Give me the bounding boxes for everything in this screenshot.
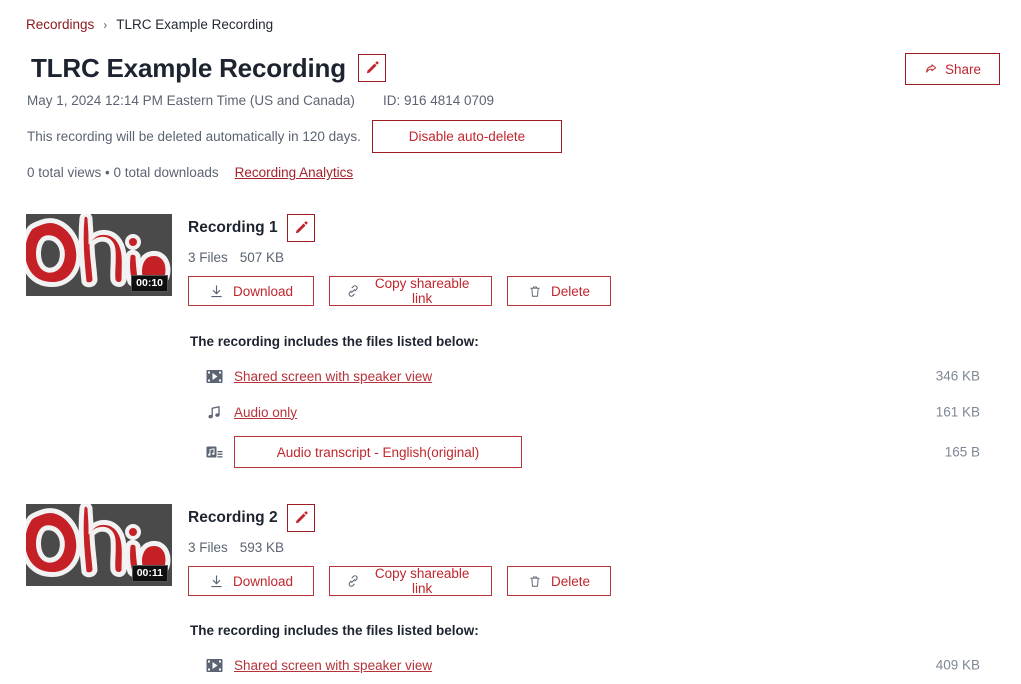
auto-delete-notice: This recording will be deleted automatic…: [27, 129, 361, 144]
auto-delete-row: This recording will be deleted automatic…: [27, 120, 562, 153]
copy-shareable-link-button[interactable]: Copy shareable link: [329, 276, 492, 306]
page-title: TLRC Example Recording: [31, 53, 346, 83]
recording-file-summary: 3 Files 507 KB: [188, 250, 611, 265]
recording-total-size: 593 KB: [239, 540, 285, 555]
pencil-icon: [295, 511, 308, 524]
file-row: Shared screen with speaker view 409 KB: [190, 652, 980, 678]
download-button[interactable]: Download: [188, 276, 314, 306]
files-caption: The recording includes the files listed …: [190, 334, 479, 349]
breadcrumb: Recordings › TLRC Example Recording: [26, 17, 273, 33]
delete-button[interactable]: Delete: [507, 276, 611, 306]
recording-title: Recording 2: [188, 509, 278, 526]
files-caption: The recording includes the files listed …: [190, 623, 479, 638]
share-arrow-icon: [926, 64, 937, 73]
recording-analytics-link[interactable]: Recording Analytics: [235, 165, 354, 180]
disable-auto-delete-button[interactable]: Disable auto-delete: [371, 120, 562, 153]
recording-file-count: 3 Files: [188, 250, 228, 265]
recording-total-size: 507 KB: [239, 250, 285, 265]
file-size: 161 KB: [935, 404, 980, 420]
edit-recording-name-button[interactable]: [286, 504, 315, 532]
file-link[interactable]: Shared screen with speaker view: [234, 658, 432, 673]
file-row: Audio only 161 KB: [190, 399, 980, 425]
views-downloads-text: 0 total views • 0 total downloads: [27, 165, 219, 180]
share-button[interactable]: Share: [905, 53, 1000, 85]
pencil-icon: [295, 221, 308, 234]
recording-date: May 1, 2024 12:14 PM Eastern Time (US an…: [27, 93, 355, 108]
file-size: 346 KB: [935, 368, 980, 384]
transcript-file-icon: [206, 446, 223, 457]
recording-info: Recording 2 3 Files 593 KB Download Copy…: [188, 504, 611, 596]
recording-files-block: The recording includes the files listed …: [190, 623, 980, 678]
recording-detail-page: Recordings › TLRC Example Recording TLRC…: [0, 0, 1021, 684]
recording-duration-badge: 00:11: [131, 565, 168, 582]
delete-button[interactable]: Delete: [507, 566, 611, 596]
page-title-row: TLRC Example Recording: [31, 52, 386, 84]
recording-files-block: The recording includes the files listed …: [190, 334, 980, 469]
delete-button-label: Delete: [550, 573, 591, 589]
recording-title-row: Recording 1: [188, 214, 611, 242]
delete-button-label: Delete: [550, 283, 591, 299]
trash-icon: [530, 285, 540, 297]
breadcrumb-current: TLRC Example Recording: [116, 17, 274, 32]
recording-title: Recording 1: [188, 219, 278, 236]
recording-thumbnail[interactable]: 00:11: [26, 504, 172, 586]
file-link[interactable]: Audio only: [234, 405, 297, 420]
video-file-icon: [206, 369, 223, 383]
copy-shareable-link-label: Copy shareable link: [374, 276, 470, 306]
recording-file-summary: 3 Files 593 KB: [188, 540, 611, 555]
video-file-icon: [206, 658, 223, 672]
download-button[interactable]: Download: [188, 566, 314, 596]
pencil-icon: [366, 61, 379, 74]
breadcrumb-separator-icon: ›: [103, 18, 108, 32]
copy-shareable-link-button[interactable]: Copy shareable link: [329, 566, 492, 596]
file-size: 409 KB: [935, 657, 980, 673]
trash-icon: [530, 575, 540, 587]
edit-recording-name-button[interactable]: [286, 214, 315, 242]
link-icon: [348, 575, 358, 587]
recording-duration-badge: 00:10: [131, 275, 168, 292]
recording-meta: May 1, 2024 12:14 PM Eastern Time (US an…: [27, 93, 494, 108]
recording-id: ID: 916 4814 0709: [382, 93, 495, 108]
edit-title-button[interactable]: [357, 54, 386, 82]
recording-actions: Download Copy shareable link Delete: [188, 276, 611, 306]
share-button-label: Share: [944, 61, 982, 77]
recording-actions: Download Copy shareable link Delete: [188, 566, 611, 596]
recording-info: Recording 1 3 Files 507 KB Download Copy…: [188, 214, 611, 306]
recording-thumbnail[interactable]: 00:10: [26, 214, 172, 296]
file-size: 165 B: [944, 444, 980, 460]
file-row: Audio transcript - English(original) 165…: [190, 435, 980, 469]
download-button-label: Download: [232, 283, 294, 299]
download-icon: [211, 284, 222, 297]
breadcrumb-recordings-link[interactable]: Recordings: [26, 17, 94, 33]
recording-file-count: 3 Files: [188, 540, 228, 555]
recording-title-row: Recording 2: [188, 504, 611, 532]
audio-transcript-button[interactable]: Audio transcript - English(original): [234, 436, 522, 468]
audio-file-icon: [208, 405, 220, 418]
recording-stats-row: 0 total views • 0 total downloads Record…: [27, 165, 353, 180]
file-row: Shared screen with speaker view 346 KB: [190, 363, 980, 389]
download-button-label: Download: [232, 573, 294, 589]
link-icon: [348, 285, 358, 297]
download-icon: [211, 574, 222, 587]
copy-shareable-link-label: Copy shareable link: [374, 566, 470, 596]
file-link[interactable]: Shared screen with speaker view: [234, 369, 432, 384]
